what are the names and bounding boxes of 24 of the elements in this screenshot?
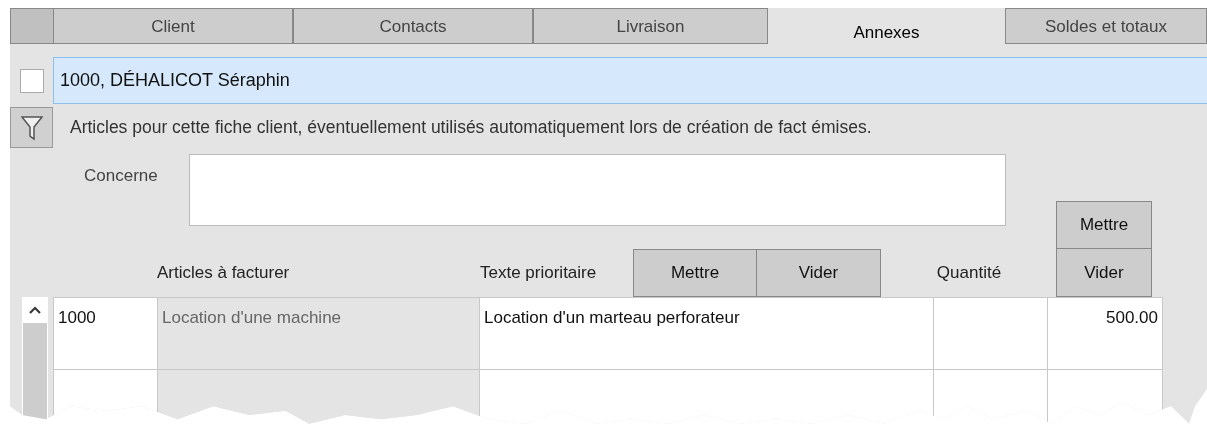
record-title: 1000, DÉHALICOT Séraphin <box>53 57 1207 104</box>
checkbox[interactable] <box>19 68 44 93</box>
concerne-label: Concerne <box>83 165 159 187</box>
column-header: Articles à facturer <box>157 263 290 283</box>
filter-icon <box>20 114 43 141</box>
tab-corner <box>10 8 53 44</box>
tab[interactable]: Contacts <box>293 8 533 44</box>
column-header: Texte prioritaire <box>480 263 597 283</box>
filter-button[interactable] <box>10 107 53 148</box>
vider-button[interactable]: Vider <box>1056 249 1152 297</box>
description-text: Articles pour cette fiche client, éventuellement utilisés automatiquement lors de création de fact émises. <box>70 117 872 138</box>
table-cell: Location d'une machine <box>157 297 480 370</box>
table-cell: 1000 <box>53 297 158 370</box>
tab[interactable]: Livraison <box>533 8 768 44</box>
scroll-up-icon <box>29 306 41 314</box>
vider-button[interactable]: Vider <box>757 249 881 297</box>
concerne-field[interactable] <box>189 154 1006 226</box>
table-cell: Location d'un marteau perforateur <box>479 297 934 370</box>
mettre-button[interactable]: Mettre <box>1056 201 1152 249</box>
table-cell: 500.00 <box>1047 297 1163 370</box>
tab[interactable]: Soldes et totaux <box>1005 8 1207 44</box>
column-header: Quantité <box>936 263 1002 283</box>
tab[interactable]: Client <box>53 8 293 44</box>
mettre-button[interactable]: Mettre <box>633 249 757 297</box>
